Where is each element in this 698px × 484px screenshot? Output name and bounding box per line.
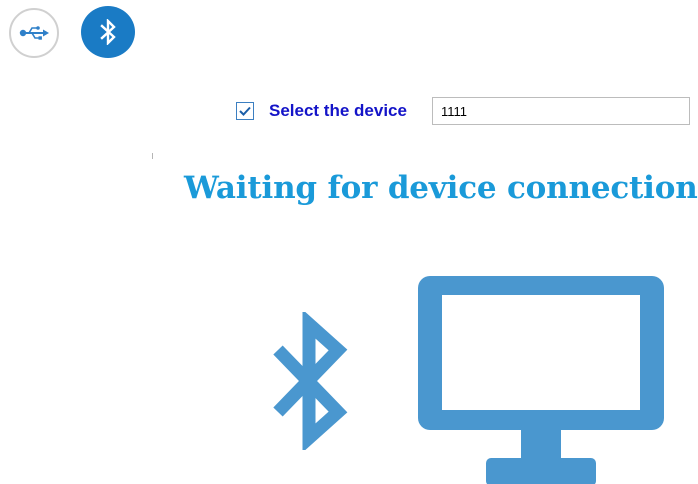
usb-mode-button[interactable]	[9, 8, 59, 58]
select-device-label: Select the device	[269, 101, 407, 120]
device-name-input[interactable]	[432, 97, 690, 125]
device-checkbox[interactable]	[236, 102, 254, 120]
monitor-icon	[418, 276, 664, 484]
divider-mark	[152, 153, 153, 159]
bluetooth-icon	[273, 312, 348, 450]
bluetooth-icon	[100, 19, 116, 45]
connection-status-title: Waiting for device connection	[184, 170, 698, 206]
bluetooth-mode-button[interactable]	[81, 6, 135, 58]
usb-icon	[19, 26, 49, 40]
app-window: Select the device Waiting for device con…	[0, 0, 698, 484]
checkmark-icon	[239, 106, 251, 116]
